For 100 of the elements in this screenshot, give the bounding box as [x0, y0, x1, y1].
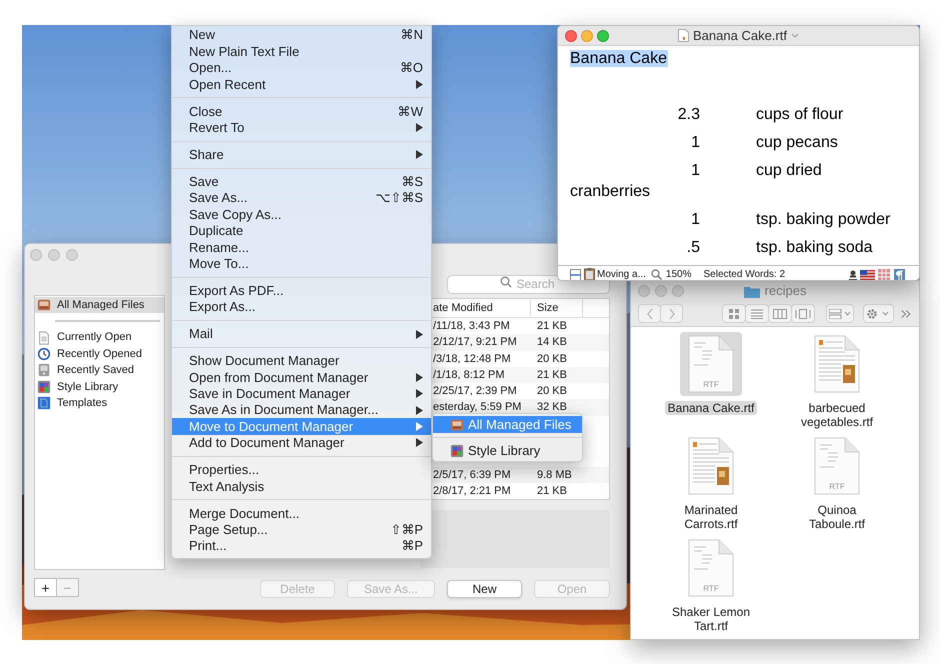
- menu-item[interactable]: Share: [172, 146, 431, 163]
- forward-icon: [668, 308, 676, 320]
- file-name[interactable]: Banana Cake.rtf: [664, 401, 758, 415]
- gallery-view-button[interactable]: [791, 304, 815, 323]
- window-button[interactable]: [655, 285, 667, 297]
- keyboard-shortcut: ⌘W: [398, 102, 423, 121]
- table-cell-text: /11/18, 3:43 PM: [432, 318, 511, 334]
- stamp-icon[interactable]: [849, 269, 857, 280]
- sidebar-item[interactable]: Recently Saved: [35, 362, 164, 379]
- menu-item[interactable]: Merge Document...: [172, 505, 431, 522]
- file-name[interactable]: Quinoa Taboule.rtf: [790, 503, 884, 531]
- window-button[interactable]: [30, 249, 42, 261]
- settings-button[interactable]: [862, 304, 894, 323]
- menu-item[interactable]: New Plain Text File: [172, 43, 431, 60]
- file-type-label: RTF: [702, 379, 720, 391]
- column-header[interactable]: Size: [530, 300, 582, 316]
- window-button[interactable]: [672, 285, 684, 297]
- more-chevrons-icon[interactable]: [901, 308, 912, 318]
- split-view-icon[interactable]: [570, 268, 581, 280]
- menu-item[interactable]: Text Analysis: [172, 478, 431, 495]
- menu-item[interactable]: Close ⌘W: [172, 103, 431, 120]
- forward-button[interactable]: [660, 304, 683, 323]
- magnifier-icon[interactable]: [650, 269, 662, 280]
- minimize-button[interactable]: [581, 30, 593, 42]
- column-view-button[interactable]: [768, 304, 792, 323]
- icon-view-button[interactable]: [722, 304, 746, 323]
- menu-item[interactable]: Duplicate: [172, 222, 431, 240]
- document-icon: [37, 330, 51, 345]
- table-cell-text: 2/12/17, 9:21 PM: [432, 335, 518, 350]
- selection-count: Selected Words: 2: [704, 268, 786, 280]
- zoom-level[interactable]: 150%: [666, 267, 692, 280]
- menu-item[interactable]: Save As... ⌥⇧⌘S: [172, 190, 431, 206]
- chevron-down-icon[interactable]: [790, 32, 799, 38]
- menu-item[interactable]: New ⌘N: [172, 27, 431, 44]
- document-icon: [814, 437, 860, 495]
- ingredient-line: 1 tsp. baking powder: [690, 210, 892, 230]
- flag-icon[interactable]: [860, 270, 875, 280]
- submenu-arrow-icon: [416, 80, 423, 89]
- table-cell-text: 20 KB: [536, 384, 567, 400]
- table-cell-text: 32 KB: [536, 400, 567, 416]
- menu-item[interactable]: Save ⌘S: [172, 174, 431, 190]
- grid-icon[interactable]: [878, 268, 890, 280]
- ingredient-line: 2.3 cups of flour: [676, 105, 844, 125]
- table-cell-text: 20 KB: [536, 352, 567, 366]
- settings-icon: [866, 308, 890, 320]
- menu-item[interactable]: Rename...: [172, 239, 431, 256]
- menu-item[interactable]: Open... ⌘O: [172, 60, 431, 76]
- zoom-button[interactable]: [597, 30, 609, 42]
- window-button[interactable]: [48, 249, 60, 261]
- drawer-icon: [37, 298, 51, 312]
- document-heading: Banana Cake: [570, 50, 668, 67]
- menu-item[interactable]: Save Copy As...: [172, 206, 431, 223]
- file-name[interactable]: barbecued vegetables.rtf: [790, 401, 884, 429]
- keyboard-shortcut: ⇧⌘P: [390, 520, 423, 539]
- menu-item[interactable]: Save in Document Manager: [172, 386, 431, 402]
- menu-item[interactable]: Add to Document Manager: [172, 434, 431, 452]
- file-type-label: RTF: [702, 583, 720, 595]
- arrange-button[interactable]: [826, 304, 854, 323]
- window-button[interactable]: [66, 249, 78, 261]
- blueprint-icon: [37, 396, 51, 410]
- ingredient-line: .5 tsp. baking soda: [686, 238, 874, 258]
- table-cell-text: /3/18, 12:48 PM: [432, 352, 512, 366]
- menu-item[interactable]: Style Library: [433, 442, 582, 459]
- menu-item[interactable]: Save As in Document Manager...: [172, 402, 431, 418]
- list-view-button[interactable]: [745, 304, 769, 323]
- menu-item[interactable]: Move To...: [172, 255, 431, 272]
- window-button[interactable]: [638, 285, 650, 297]
- back-button[interactable]: [638, 304, 661, 323]
- document-icon: [688, 335, 734, 393]
- menu-item[interactable]: Print... ⌘P: [172, 538, 431, 554]
- file-name[interactable]: Marinated Carrots.rtf: [664, 503, 758, 531]
- sidebar-item[interactable]: Templates: [35, 394, 164, 412]
- sidebar-item[interactable]: Style Library: [35, 378, 164, 395]
- menu-item[interactable]: Export As PDF...: [172, 282, 431, 299]
- table-cell-text: 2/5/17, 6:39 PM: [432, 468, 512, 483]
- menu-item[interactable]: Show Document Manager: [172, 352, 431, 370]
- menu-item[interactable]: Revert To: [172, 120, 431, 136]
- paragraph-marks-icon[interactable]: [894, 268, 905, 280]
- ingredient-line: 1 cup pecans: [690, 133, 839, 153]
- window-title: Banana Cake.rtf: [693, 26, 787, 45]
- file-type-label: RTF: [828, 481, 846, 493]
- menu-item[interactable]: Open Recent: [172, 76, 431, 93]
- sidebar-item[interactable]: Currently Open: [35, 329, 164, 346]
- table-cell-text: esterday, 5:59 PM: [432, 400, 522, 416]
- menu-item[interactable]: Export As...: [172, 298, 431, 316]
- dialog-button[interactable]: New: [447, 580, 522, 598]
- arrange-icon: [828, 308, 851, 318]
- submenu-arrow-icon: [416, 150, 423, 160]
- file-name[interactable]: Shaker Lemon Tart.rtf: [664, 605, 758, 633]
- sidebar-item[interactable]: Recently Opened: [35, 346, 164, 362]
- list-button[interactable]: +: [34, 578, 57, 597]
- clipboard-icon[interactable]: [584, 268, 595, 280]
- sidebar-item[interactable]: All Managed Files: [35, 297, 164, 314]
- menu-item[interactable]: Page Setup... ⇧⌘P: [172, 522, 431, 538]
- menu-item[interactable]: Mail: [172, 326, 431, 342]
- submenu-arrow-icon: [416, 330, 423, 339]
- menu-item[interactable]: Properties...: [172, 462, 431, 478]
- menu-item[interactable]: Open from Document Manager: [172, 369, 431, 386]
- close-button[interactable]: [565, 30, 577, 42]
- ingredient-line: 1 cup dried cranberries: [570, 161, 823, 202]
